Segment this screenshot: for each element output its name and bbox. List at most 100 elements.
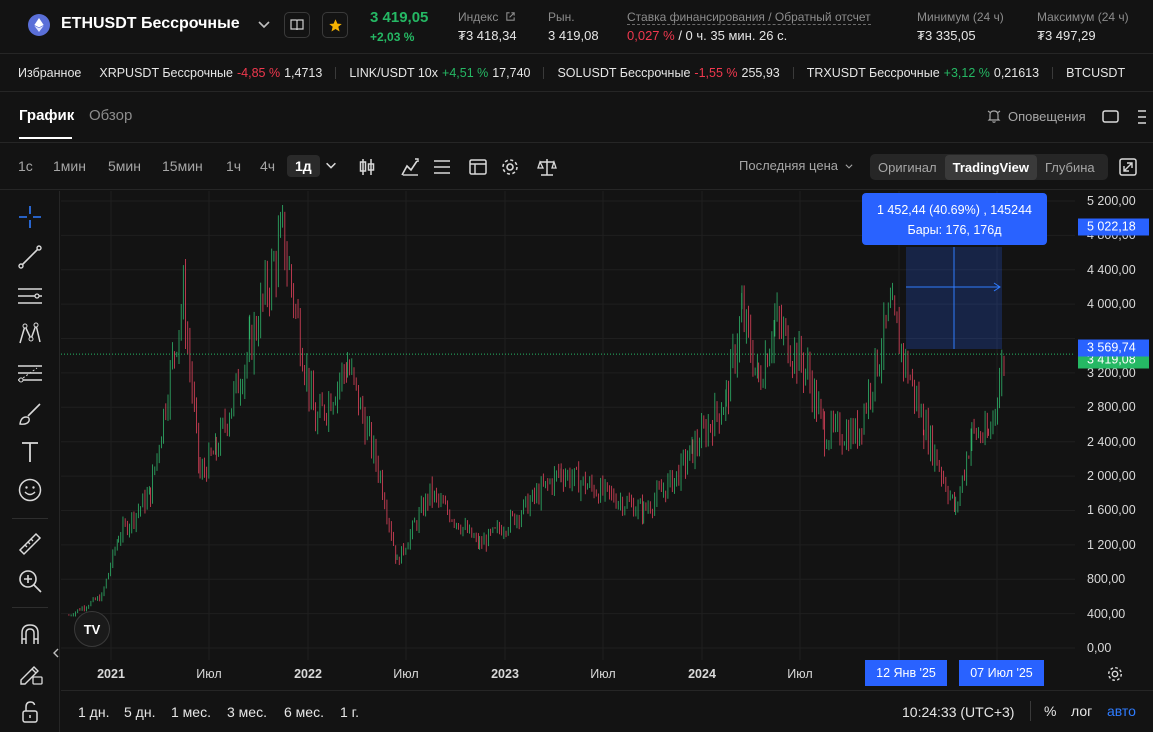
price-axis[interactable]: 5 200,004 800,004 400,004 000,003 200,00… <box>1075 191 1153 660</box>
brush-icon[interactable] <box>17 401 43 427</box>
timeframe-4h[interactable]: 4ч <box>260 158 275 174</box>
time-tick: Июл <box>590 667 616 681</box>
range-1m[interactable]: 1 мес. <box>171 704 211 720</box>
price-tick: 400,00 <box>1087 606 1126 621</box>
time-tick: Июл <box>196 667 222 681</box>
time-axis[interactable]: 2021 Июл 2022 Июл 2023 Июл 2024 Июл 12 Я… <box>61 660 1153 688</box>
horizontal-lines-icon[interactable] <box>17 283 43 309</box>
low-24h-value: ₮3 335,05 <box>917 28 976 43</box>
measure-range-box[interactable] <box>906 247 1002 349</box>
pair-title[interactable]: ETHUSDT Бессрочные <box>61 15 240 33</box>
time-tick: 2022 <box>294 667 322 681</box>
drawing-tools-panel <box>0 191 60 732</box>
fullscreen-icon[interactable] <box>1119 158 1137 176</box>
view-tabs: График Обзор Оповещения <box>0 93 1153 141</box>
high-24h-value: ₮3 497,29 <box>1037 28 1096 43</box>
timeframe-1s[interactable]: 1с <box>18 158 33 174</box>
funding-rate-label[interactable]: Ставка финансирования / Обратный отсчет <box>627 10 871 25</box>
ticker-item[interactable]: BTCUSDT <box>1066 66 1125 80</box>
favorites-label[interactable]: Избранное <box>18 66 81 80</box>
favorite-star-button[interactable] <box>322 12 348 38</box>
chart-toolbar: 1с 1мин 5мин 15мин 1ч 4ч 1д Последняя це… <box>0 142 1153 190</box>
template-icon[interactable] <box>468 157 488 177</box>
gear-icon[interactable] <box>500 157 520 177</box>
fib-retracement-icon[interactable] <box>17 361 43 387</box>
timeframe-1m[interactable]: 1мин <box>53 158 86 174</box>
collapse-panel-icon[interactable] <box>52 648 60 658</box>
measure-start-date-tag: 12 Янв '25 <box>865 660 947 686</box>
divider <box>335 67 337 79</box>
window-layout-icon[interactable] <box>1102 109 1119 124</box>
timeframe-15m[interactable]: 15мин <box>162 158 203 174</box>
time-tick: 2023 <box>491 667 519 681</box>
divider <box>12 607 48 608</box>
clock-timezone[interactable]: 10:24:33 (UTC+3) <box>902 704 1014 720</box>
time-tick: 2021 <box>97 667 125 681</box>
ticker-item[interactable]: LINK/USDT 10x +4,51 % 17,740 <box>349 66 530 80</box>
ticker-item[interactable]: TRXUSDT Бессрочные +3,12 % 0,21613 <box>807 66 1039 80</box>
time-tick: Июл <box>393 667 419 681</box>
price-tick: 2 800,00 <box>1087 400 1136 415</box>
tradingview-logo[interactable]: TV <box>74 611 110 647</box>
ticker-item[interactable]: SOLUSDT Бессрочные -1,55 % 255,93 <box>557 66 779 80</box>
time-tick: 2024 <box>688 667 716 681</box>
chart-mode-switch: Оригинал TradingView Глубина <box>870 154 1108 180</box>
price-change-percent: +2,03 % <box>370 30 415 44</box>
scales-icon[interactable] <box>537 157 557 177</box>
more-menu-icon[interactable] <box>1138 109 1146 125</box>
active-tab-indicator <box>19 137 72 139</box>
gear-icon[interactable] <box>1106 665 1124 683</box>
last-price: 3 419,05 <box>370 9 429 26</box>
timeframe-1h[interactable]: 1ч <box>226 158 241 174</box>
tab-chart[interactable]: График <box>19 107 74 124</box>
divider <box>1030 701 1031 721</box>
ruler-icon[interactable] <box>17 531 43 557</box>
market-header: ETHUSDT Бессрочные 3 419,05 +2,03 % Инде… <box>0 0 1153 54</box>
price-source-select[interactable]: Последняя цена <box>739 158 854 173</box>
timeframe-1d[interactable]: 1д <box>287 155 320 177</box>
log-scale-toggle[interactable]: лог <box>1071 703 1092 719</box>
price-chart[interactable]: 1 452,44 (40.69%) , 145244 Бары: 176, 17… <box>61 191 1075 660</box>
book-icon-button[interactable] <box>284 12 310 38</box>
pattern-icon[interactable] <box>17 321 43 347</box>
mode-original[interactable]: Оригинал <box>870 155 945 180</box>
favorites-ticker: Избранное XRPUSDT Бессрочные -4,85 % 1,471… <box>0 55 1153 92</box>
chevron-down-icon[interactable] <box>324 158 338 172</box>
auto-scale-toggle[interactable]: авто <box>1107 703 1136 719</box>
crosshair-icon[interactable] <box>17 204 43 230</box>
mode-tradingview[interactable]: TradingView <box>944 154 1037 180</box>
price-tick: 2 400,00 <box>1087 434 1136 449</box>
range-bar: 1 дн. 5 дн. 1 мес. 3 мес. 6 мес. 1 г. 10… <box>61 690 1153 732</box>
candles-icon[interactable] <box>357 157 377 177</box>
range-1d[interactable]: 1 дн. <box>78 704 109 720</box>
divider <box>1052 67 1054 79</box>
range-5d[interactable]: 5 дн. <box>124 704 155 720</box>
text-tool-icon[interactable] <box>17 439 43 465</box>
ticker-item[interactable]: XRPUSDT Бессрочные -4,85 % 1,4713 <box>99 66 322 80</box>
range-1y[interactable]: 1 г. <box>340 704 359 720</box>
range-6m[interactable]: 6 мес. <box>284 704 324 720</box>
divider <box>543 67 545 79</box>
percent-scale-toggle[interactable]: % <box>1044 703 1056 719</box>
price-tick: 0,00 <box>1087 641 1112 655</box>
mode-depth[interactable]: Глубина <box>1037 155 1103 180</box>
logo-text: TV <box>83 621 101 637</box>
tab-overview[interactable]: Обзор <box>89 107 132 124</box>
range-3m[interactable]: 3 мес. <box>227 704 267 720</box>
measure-end-date-tag: 07 Июл '25 <box>959 660 1044 686</box>
list-settings-icon[interactable] <box>432 157 452 177</box>
unlock-icon[interactable] <box>17 699 43 725</box>
alerts-button[interactable]: Оповещения <box>986 108 1086 124</box>
zoom-in-icon[interactable] <box>17 568 43 594</box>
timeframe-5m[interactable]: 5мин <box>108 158 141 174</box>
lock-drawing-icon[interactable] <box>17 660 43 686</box>
divider <box>12 518 48 519</box>
chevron-down-icon[interactable] <box>256 16 272 32</box>
trend-line-icon[interactable] <box>17 244 43 270</box>
indicators-icon[interactable] <box>400 157 420 177</box>
emoji-icon[interactable] <box>17 477 43 503</box>
external-link-icon[interactable] <box>505 11 516 22</box>
mark-price-value: 3 419,08 <box>548 28 599 43</box>
price-tick: 4 400,00 <box>1087 262 1136 277</box>
magnet-icon[interactable] <box>17 621 43 647</box>
